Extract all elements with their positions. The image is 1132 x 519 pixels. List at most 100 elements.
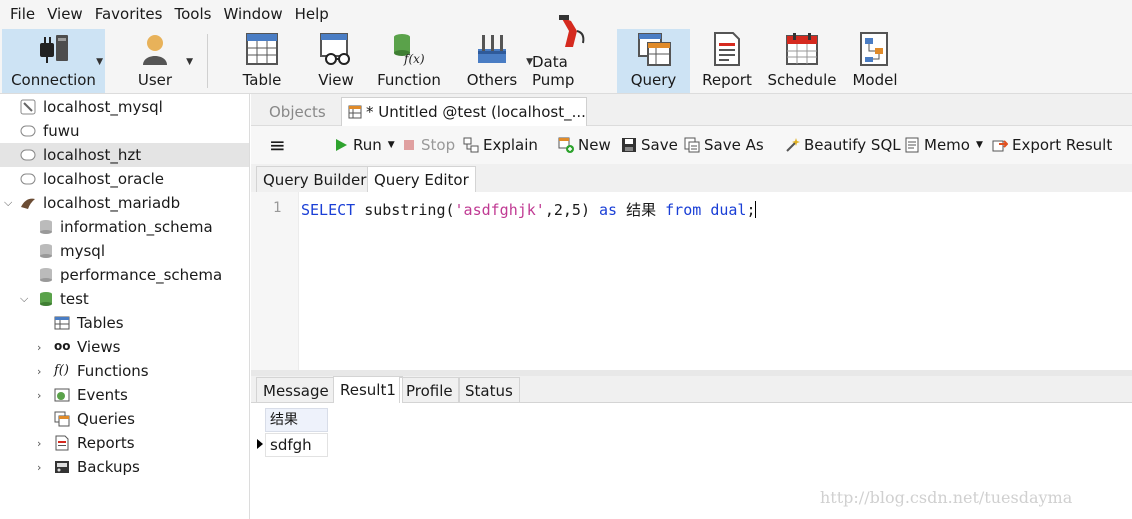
schedule-icon [784,31,820,67]
menu-favorites[interactable]: Favorites [89,0,169,28]
menu-icon[interactable]: ≡ [269,126,286,164]
chevron-down-icon[interactable]: ▼ [186,57,193,67]
schedule-button[interactable]: Schedule [764,29,840,93]
table-icon [244,31,280,67]
tree-item-reports[interactable]: › Reports [0,431,249,455]
tab-query-editor[interactable]: Query Editor [367,166,476,192]
export-result-button[interactable]: Export Result [992,126,1112,164]
tab-message[interactable]: Message [256,377,336,403]
tree-item-performance-schema[interactable]: performance_schema [0,263,249,287]
tab-status[interactable]: Status [458,377,520,403]
database-icon [38,291,54,307]
connection-icon [20,99,36,115]
tree-item-queries[interactable]: Queries [0,407,249,431]
function-icon: f(x) [391,31,427,67]
view-button[interactable]: View [305,29,367,93]
model-label: Model [852,71,898,89]
report-label: Report [702,71,752,89]
line-number: 1 [273,200,282,216]
tree-item-views[interactable]: › oo Views [0,335,249,359]
sql-keyword: as [599,201,618,219]
stop-icon [401,137,417,153]
chevron-down-icon[interactable]: ▼ [388,140,395,150]
others-button[interactable]: Others ▼ [457,29,533,93]
sql-code-line[interactable]: SELECT substring('asdfghjk',2,5) as 结果 f… [301,199,757,220]
menu-tools[interactable]: Tools [168,0,217,28]
view-label: View [318,71,354,89]
view-icon [318,31,354,67]
tree-item-test[interactable]: ⌵ test [0,287,249,311]
schedule-label: Schedule [767,71,837,89]
query-button[interactable]: Query [617,29,690,93]
tree-item-functions[interactable]: › f() Functions [0,359,249,383]
data-pump-icon [555,13,591,49]
tree-item-information-schema[interactable]: information_schema [0,215,249,239]
menu-help[interactable]: Help [289,0,335,28]
tree-item-fuwu[interactable]: fuwu [0,119,249,143]
sql-editor[interactable]: 1 SELECT substring('asdfghjk',2,5) as 结果… [251,192,1132,370]
tab-untitled-query[interactable]: * Untitled @test (localhost_... [341,97,587,127]
line-gutter: 1 [251,192,299,370]
function-button[interactable]: f(x) Function [372,29,446,93]
chevron-down-icon[interactable]: ⌵ [20,292,28,306]
column-header[interactable]: 结果 [265,408,328,432]
document-tabs: Objects * Untitled @test (localhost_... [251,94,1132,127]
data-pump-button[interactable]: Data Pump [532,15,614,93]
chevron-right-icon[interactable]: › [37,341,41,354]
chevron-right-icon[interactable]: › [37,461,41,474]
tree-item-backups[interactable]: › Backups [0,455,249,479]
function-label: Function [377,71,441,89]
editor-mode-tabs: Query Builder Query Editor [251,164,1132,192]
tab-profile[interactable]: Profile [399,377,460,403]
tree-item-tables[interactable]: Tables [0,311,249,335]
beautify-sql-button[interactable]: Beautify SQL [784,126,901,164]
table-cell[interactable]: sdfgh [265,433,328,457]
chevron-right-icon[interactable]: › [37,437,41,450]
user-label: User [137,71,173,89]
run-button[interactable]: Run ▼ [333,126,395,164]
save-as-button[interactable]: Save As [684,126,764,164]
tree-item-localhost-mysql[interactable]: localhost_mysql [0,95,249,119]
tab-query-builder[interactable]: Query Builder [256,166,374,192]
connection-icon [20,171,36,187]
model-button[interactable]: Model [845,29,905,93]
main-toolbar: Connection ▼ User ▼ Table View f(x) Func… [0,15,1132,94]
tree-item-localhost-hzt[interactable]: localhost_hzt [0,143,249,167]
menu-view[interactable]: View [41,0,89,28]
others-label: Others [466,71,518,89]
text-cursor [755,201,757,218]
user-button[interactable]: User ▼ [115,29,195,93]
toolbar-divider [207,34,208,88]
tab-objects[interactable]: Objects [261,98,334,126]
new-button[interactable]: New [558,126,611,164]
chevron-right-icon[interactable]: › [37,389,41,402]
explain-icon [463,137,479,153]
table-button[interactable]: Table [228,29,296,93]
explain-button[interactable]: Explain [463,126,538,164]
stop-button[interactable]: Stop [401,126,455,164]
sql-alias: 结果 [617,201,666,219]
database-icon [38,243,54,259]
user-icon [137,31,173,67]
memo-button[interactable]: Memo ▼ [904,126,983,164]
report-button[interactable]: Report [696,29,758,93]
chevron-down-icon[interactable]: ▼ [96,57,103,67]
chevron-right-icon[interactable]: › [37,365,41,378]
tree-item-mysql[interactable]: mysql [0,239,249,263]
connection-button[interactable]: Connection ▼ [2,29,105,93]
tree-item-localhost-oracle[interactable]: localhost_oracle [0,167,249,191]
event-icon [54,387,70,403]
row-indicator-icon [257,439,263,449]
menu-file[interactable]: File [4,0,41,28]
tree-item-localhost-mariadb[interactable]: ⌵ localhost_mariadb [0,191,249,215]
tab-result1[interactable]: Result1 [333,376,403,403]
tree-item-events[interactable]: › Events [0,383,249,407]
chevron-down-icon[interactable]: ▼ [976,140,983,150]
menu-window[interactable]: Window [217,0,288,28]
save-button[interactable]: Save [621,126,678,164]
query-icon [54,411,70,427]
chevron-down-icon[interactable]: ⌵ [4,196,12,210]
tab-untitled-label: * Untitled @test (localhost_... [366,103,586,121]
connection-icon [20,147,36,163]
sql-keyword: SELECT [301,201,356,219]
